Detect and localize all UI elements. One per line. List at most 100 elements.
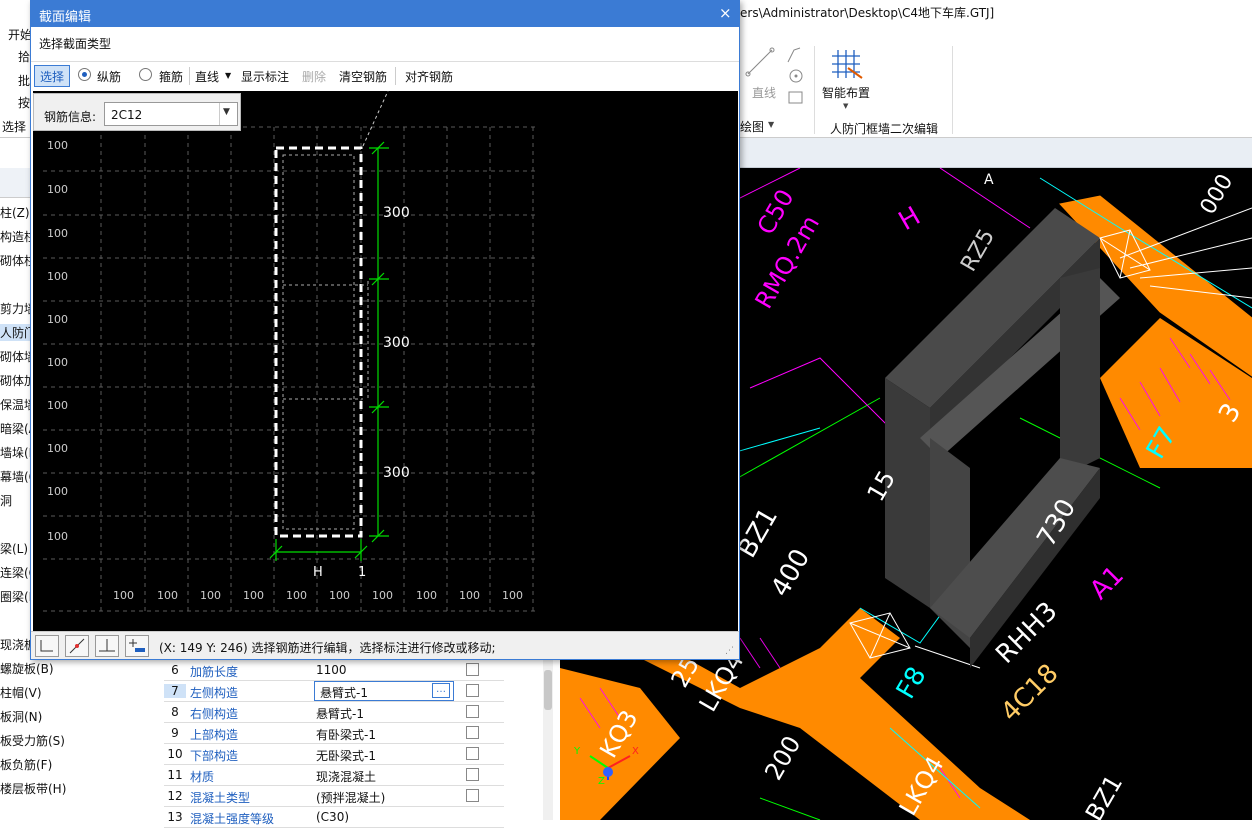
grid-label: 100 [47,183,68,196]
cad-label: A [984,172,994,188]
section-canvas[interactable]: 100 100 100 100 100 100 100 100 100 100 … [33,91,738,631]
grid-label: 100 [47,442,68,455]
property-value[interactable]: (C30) [316,810,349,824]
property-value[interactable]: 悬臂式-1 [316,705,364,722]
property-checkbox[interactable] [466,726,479,739]
grid-label: 100 [286,589,307,602]
tree-item[interactable]: 板受力筋(S) [0,732,65,749]
section-type-selector[interactable]: 选择截面类型 [39,35,111,52]
align-rebar-button[interactable]: 对齐钢筋 [405,68,453,85]
row-number: 12 [167,789,183,803]
rebar-info-select[interactable]: 2C12 ▼ [104,102,238,126]
tree-item[interactable]: 洞 [0,492,12,509]
grid-label: 100 [47,399,68,412]
drawing-tabs-bar [740,138,1252,168]
scrollbar-thumb[interactable] [544,670,552,710]
clear-rebar-button[interactable]: 清空钢筋 [339,68,387,85]
smart-layout-button[interactable]: 智能布置 ▼ [820,48,876,114]
row-number: 8 [171,705,179,719]
perpendicular-button[interactable] [95,635,119,657]
property-value[interactable]: 无卧梁式-1 [316,747,376,764]
table-row[interactable]: 9 上部构造 有卧梁式-1 [164,723,504,744]
snap-mode-button[interactable] [65,635,89,657]
green-dimension [269,141,389,561]
tree-item[interactable]: 梁(L) [0,540,28,557]
show-dimension-button[interactable]: 显示标注 [241,68,289,85]
close-icon[interactable]: × [719,4,732,22]
ribbon-item-by[interactable]: 按 [18,94,30,111]
property-value[interactable]: 有卧梁式-1 [316,726,376,743]
line-tool-icon [745,47,803,104]
chevron-down-icon[interactable]: ▼ [225,71,231,80]
property-checkbox[interactable] [466,684,479,697]
longitudinal-radio[interactable] [78,68,91,81]
table-row[interactable]: 13 混凝土强度等级 (C30) [164,807,504,828]
tree-item[interactable]: 柱帽(V) [0,684,42,701]
property-value[interactable]: 现浇混凝土 [316,768,376,785]
property-checkbox[interactable] [466,747,479,760]
cad-label: P [972,804,980,818]
line-tool-label: 直线 [752,86,777,100]
draw-group-label: 绘图 [740,120,765,134]
tab-start[interactable]: 开始 [8,26,32,43]
more-options-icon[interactable]: … [432,683,450,698]
dimension-label[interactable]: 300 [383,335,410,351]
rebar-info-panel: 钢筋信息: 2C12 ▼ [33,93,241,131]
grid-label: 100 [372,589,393,602]
line-tool[interactable]: 直线 [742,44,812,114]
rebar-info-label: 钢筋信息: [44,110,97,124]
property-value[interactable]: (预拌混凝土) [316,789,385,806]
dimension-label[interactable]: H [313,565,323,580]
table-row-selected[interactable]: 7 左侧构造 悬臂式-1 … [164,681,504,702]
ribbon-item-pick[interactable]: 拾 [18,48,30,65]
axis-label: X [632,746,639,757]
row-number: 10 [167,747,183,761]
section-edit-dialog: 截面编辑 × 选择截面类型 选择 纵筋 箍筋 直线 ▼ 显示标注 删除 清空钢筋… [30,0,740,660]
select-button-label[interactable]: 选择 [40,68,64,85]
row-number: 7 [164,684,186,698]
property-checkbox[interactable] [466,768,479,781]
grid-label: 100 [47,485,68,498]
perpendicular-icon [99,639,115,652]
grid-label: 100 [47,356,68,369]
dialog-titlebar[interactable]: 截面编辑 × [31,1,739,27]
row-number: 11 [167,768,183,782]
section-outline [274,146,363,538]
table-row[interactable]: 11 材质 现浇混凝土 [164,765,504,786]
chevron-down-icon[interactable]: ▼ [223,107,230,117]
resize-grip-icon[interactable]: ⋰ [725,646,734,656]
stirrup-radio[interactable] [139,68,152,81]
table-row[interactable]: 10 下部构造 无卧梁式-1 [164,744,504,765]
dimension-mode-button[interactable] [125,635,149,657]
grid-label: 100 [502,589,523,602]
tree-item[interactable]: 板负筋(F) [0,756,52,773]
dimension-label[interactable]: 300 [383,465,410,481]
ortho-mode-button[interactable] [35,635,59,657]
stirrup-label[interactable]: 箍筋 [159,68,183,85]
dimension-label[interactable]: 1 [358,565,366,580]
table-row[interactable]: 6 加筋长度 1100 [164,660,504,681]
ribbon-item-batch[interactable]: 批 [18,72,30,89]
line-dropdown[interactable]: 直线 [195,68,219,85]
chevron-down-icon[interactable]: ▼ [768,120,774,129]
door-frame-3d [885,208,1120,668]
tree-item[interactable]: 楼层板带(H) [0,780,66,797]
property-name: 右侧构造 [190,707,239,721]
property-value[interactable]: 1100 [316,663,347,677]
table-row[interactable]: 12 混凝土类型 (预拌混凝土) [164,786,504,807]
snap-icon [69,638,85,654]
property-value[interactable]: 悬臂式-1 [320,684,368,701]
table-row[interactable]: 8 右侧构造 悬臂式-1 [164,702,504,723]
property-checkbox[interactable] [466,663,479,676]
dimension-label[interactable]: 300 [383,205,410,221]
property-name: 材质 [190,770,215,784]
longitudinal-label[interactable]: 纵筋 [97,68,121,85]
delete-button[interactable]: 删除 [302,68,326,85]
tree-item[interactable]: 板洞(N) [0,708,42,725]
property-name: 下部构造 [190,749,239,763]
tree-item[interactable]: 螺旋板(B) [0,660,54,677]
grid-label: 100 [47,139,68,152]
property-checkbox[interactable] [466,705,479,718]
tree-item[interactable]: 柱(Z) [0,204,30,221]
property-checkbox[interactable] [466,789,479,802]
